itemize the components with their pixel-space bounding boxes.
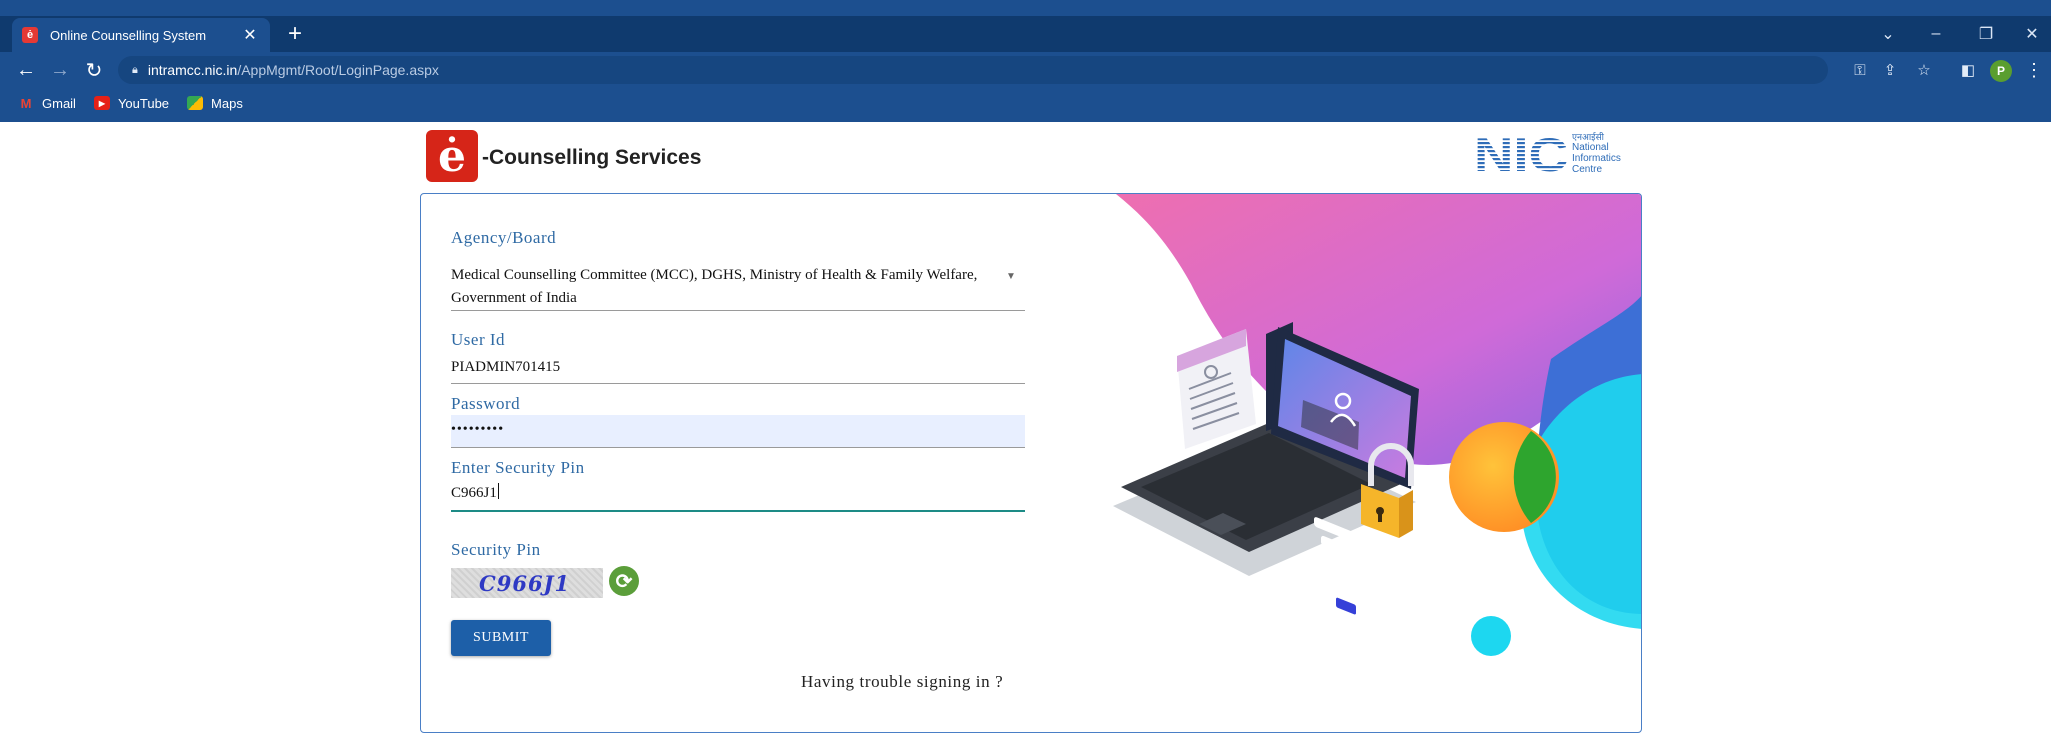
- bookmark-label: Maps: [211, 95, 243, 111]
- agency-label: Agency/Board: [451, 228, 557, 247]
- close-tab-icon[interactable]: ✕: [240, 25, 260, 45]
- agency-select-value: Medical Counselling Committee (MCC), DGH…: [451, 267, 978, 306]
- password-label: Password: [451, 394, 521, 413]
- reload-icon[interactable]: ↻: [80, 56, 108, 84]
- bookmark-label: YouTube: [117, 95, 170, 111]
- bookmark-label: Gmail: [42, 95, 76, 111]
- nic-line: Informatics: [1572, 153, 1621, 164]
- password-key-icon[interactable]: ⚿: [1848, 58, 1872, 82]
- captcha-text: C966J1: [479, 571, 571, 596]
- address-row: ← → ↻ 🔒︎ intramcc.nic.in /AppMgmt/Root/L…: [0, 52, 2051, 88]
- new-tab-button[interactable]: +: [282, 20, 308, 47]
- e-counselling-logo: ė: [426, 130, 478, 182]
- bookmarks-bar: M Gmail ▶ YouTube Maps: [0, 90, 600, 116]
- security-pin-input-value: C966J1: [451, 485, 497, 501]
- nic-line: National: [1572, 142, 1609, 153]
- security-pin-input[interactable]: C966J1: [451, 480, 1025, 512]
- userid-label: User Id: [451, 330, 506, 349]
- bookmark-youtube[interactable]: ▶ YouTube: [93, 95, 170, 111]
- refresh-captcha-icon[interactable]: ⟳: [609, 566, 639, 596]
- url-path: /AppMgmt/Root/LoginPage.aspx: [237, 62, 439, 78]
- url-domain: intramcc.nic.in: [147, 62, 238, 78]
- page-header: ė -Counselling Services NIC एनआईसी Natio…: [420, 128, 1640, 188]
- nic-line: Centre: [1572, 164, 1602, 175]
- bookmark-gmail[interactable]: M Gmail: [18, 96, 76, 111]
- nic-logo: NIC एनआईसी National Informatics Centre: [1474, 130, 1621, 176]
- back-arrow-icon[interactable]: ←: [12, 56, 40, 84]
- security-pin-input-label: Enter Security Pin: [451, 458, 585, 477]
- profile-avatar[interactable]: P: [1990, 60, 2012, 82]
- submit-button[interactable]: SUBMIT: [451, 620, 551, 656]
- brand-title: -Counselling Services: [482, 146, 702, 169]
- share-icon[interactable]: ⇪: [1878, 58, 1902, 82]
- tab-title: Online Counselling System: [50, 27, 207, 43]
- side-panel-icon[interactable]: ◧: [1956, 58, 1980, 82]
- youtube-icon: ▶: [93, 96, 110, 110]
- site-favicon-icon: ė: [22, 27, 38, 43]
- agency-select[interactable]: Medical Counselling Committee (MCC), DGH…: [451, 264, 1025, 311]
- forward-arrow-icon[interactable]: →: [46, 56, 74, 84]
- security-pin-label: Security Pin: [451, 540, 541, 559]
- more-menu-icon[interactable]: ⋮: [2025, 58, 2043, 82]
- dropdown-arrow-icon[interactable]: ▼: [1005, 270, 1017, 282]
- active-tab[interactable]: ė Online Counselling System ✕: [12, 18, 270, 52]
- bookmark-star-icon[interactable]: ☆: [1912, 58, 1936, 82]
- browser-chrome: ė Online Counselling System ✕ + ⌄ – ❐ ✕ …: [0, 0, 2051, 122]
- userid-input[interactable]: PIADMIN701415: [451, 354, 1025, 384]
- maps-icon: [187, 96, 204, 110]
- bookmark-maps[interactable]: Maps: [187, 96, 243, 111]
- text-cursor: [497, 483, 499, 499]
- gmail-icon: M: [20, 95, 32, 111]
- lock-icon[interactable]: 🔒︎: [132, 64, 138, 77]
- password-input[interactable]: •••••••••: [451, 415, 1025, 448]
- minimize-window-button[interactable]: –: [1922, 22, 1950, 46]
- close-window-button[interactable]: ✕: [2018, 22, 2046, 46]
- address-bar[interactable]: 🔒︎ intramcc.nic.in /AppMgmt/Root/LoginPa…: [118, 56, 1828, 84]
- captcha-image: C966J1: [451, 568, 603, 598]
- tab-search-chevron-icon[interactable]: ⌄: [1874, 22, 1902, 46]
- nic-logo-text: NIC: [1474, 130, 1568, 176]
- login-card: Agency/Board Medical Counselling Committ…: [420, 193, 1642, 733]
- trouble-signing-in-link[interactable]: Having trouble signing in ?: [801, 672, 1003, 692]
- tab-strip: ė Online Counselling System ✕ + ⌄ – ❐ ✕: [0, 16, 2051, 52]
- restore-window-button[interactable]: ❐: [1972, 22, 2000, 46]
- login-illustration: [1113, 194, 1641, 656]
